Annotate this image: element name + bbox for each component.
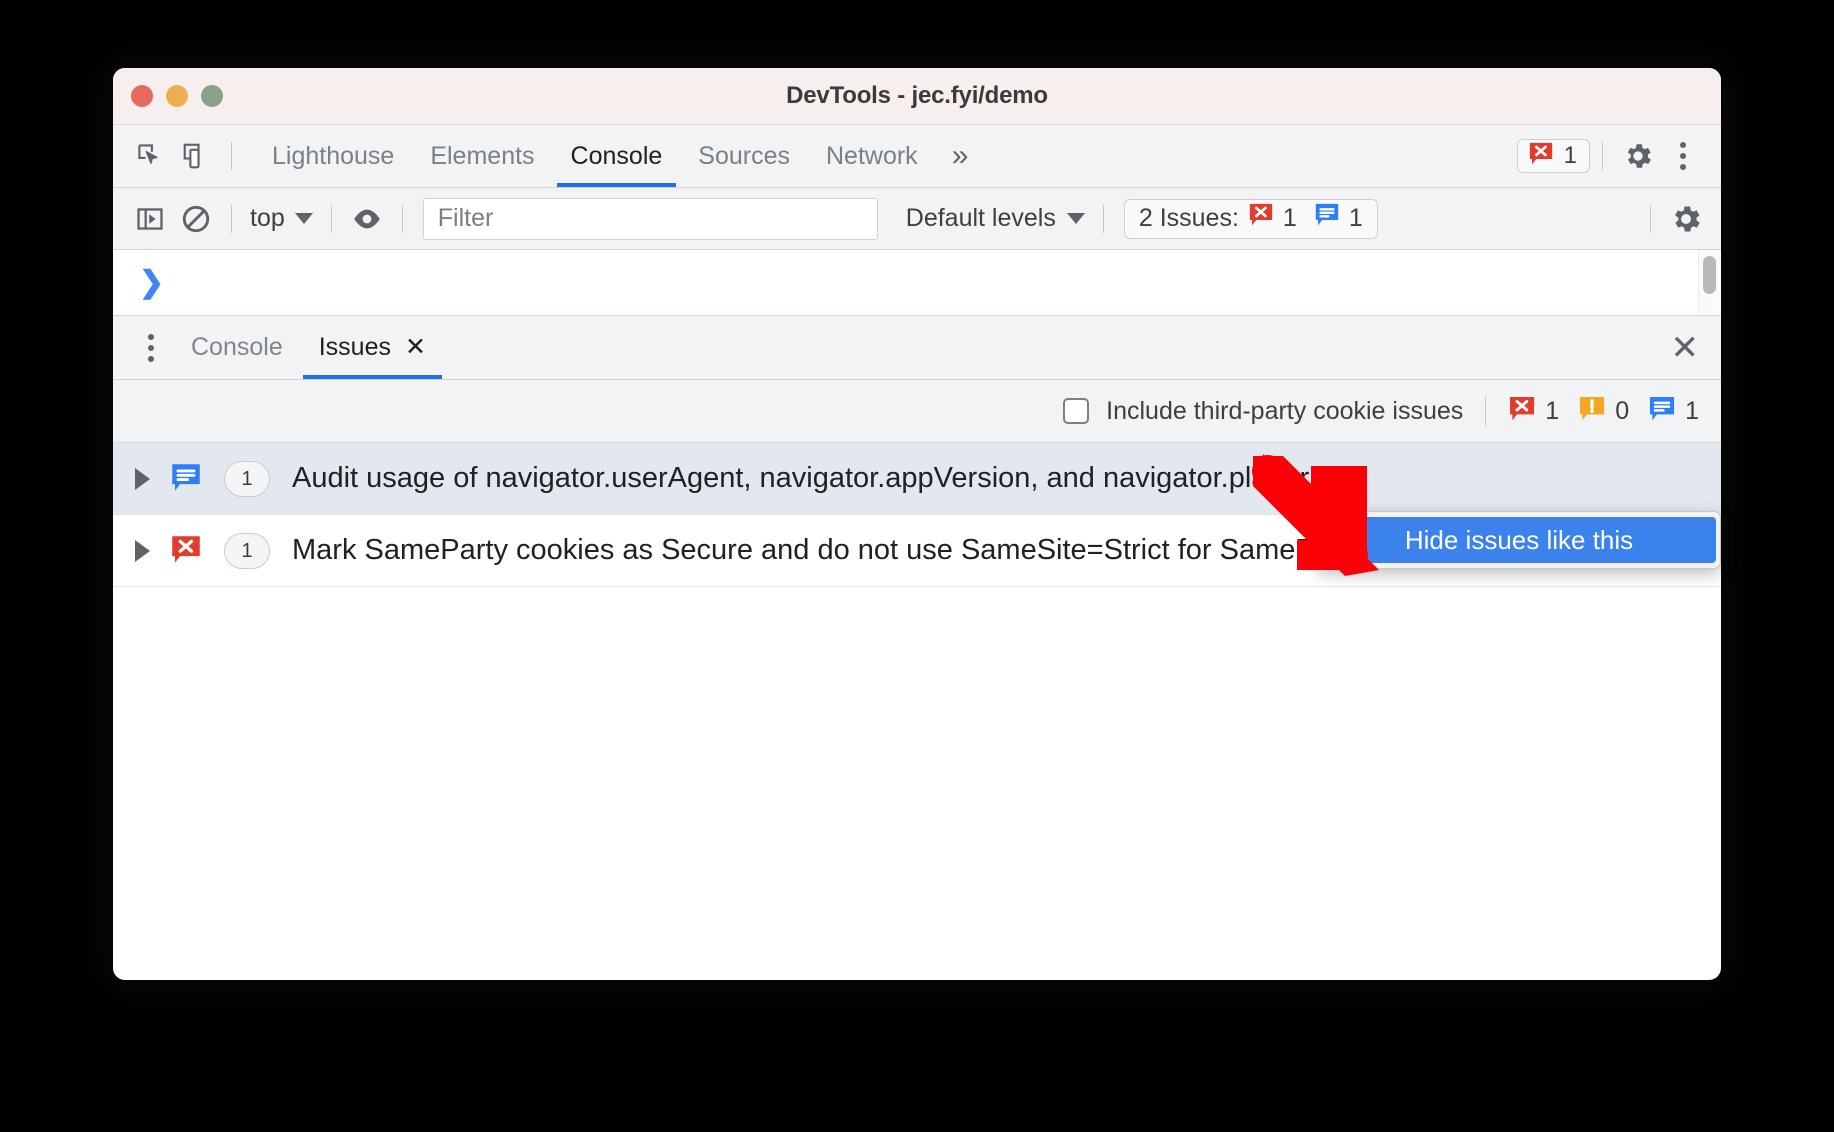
log-levels-label: Default levels <box>905 204 1056 232</box>
info-count-value: 1 <box>1685 396 1699 425</box>
window-title: DevTools - jec.fyi/demo <box>786 82 1048 109</box>
console-scrollbar-thumb[interactable] <box>1703 256 1716 294</box>
error-issue-icon <box>1528 141 1554 172</box>
chevron-down-icon <box>294 213 313 224</box>
context-label: top <box>250 204 285 232</box>
issue-count-badge: 1 <box>224 533 270 569</box>
error-issue-icon <box>170 534 202 571</box>
error-issue-icon <box>1248 202 1274 235</box>
error-issue-icon <box>1508 395 1536 428</box>
devtools-main-tabbar: Lighthouse Elements Console Sources Netw… <box>113 125 1721 188</box>
tabbar-right-actions: 1 <box>1516 133 1721 179</box>
tab-lighthouse[interactable]: Lighthouse <box>254 125 412 187</box>
tab-label: Sources <box>698 141 790 170</box>
drawer-tab-label: Issues <box>318 333 391 361</box>
issue-counts: 1 0 1 <box>1508 395 1699 428</box>
context-menu-item-hide-issues[interactable]: Hide issues like this <box>1322 517 1716 563</box>
close-icon[interactable]: ✕ <box>405 335 426 360</box>
drawer-tab-label: Console <box>191 333 283 361</box>
gear-icon[interactable] <box>1663 196 1709 242</box>
more-tabs-icon[interactable]: » <box>936 125 981 187</box>
console-filter-toolbar: top Filter Default levels 2 Issues: 1 1 <box>113 188 1721 250</box>
expand-triangle-icon[interactable] <box>135 468 150 490</box>
tabbar-divider <box>231 142 232 170</box>
issues-toolbar: Include third-party cookie issues 1 0 1 <box>113 380 1721 443</box>
console-prompt-icon: ❯ <box>139 265 165 299</box>
error-count-value: 1 <box>1563 142 1577 169</box>
info-issue-icon <box>1314 202 1340 235</box>
filterbar-divider-2 <box>330 204 332 233</box>
drawer-tab-issues[interactable]: Issues ✕ <box>301 316 444 379</box>
expand-triangle-icon[interactable] <box>135 540 150 562</box>
issues-summary-button[interactable]: 2 Issues: 1 1 <box>1123 198 1378 239</box>
warning-issue-icon <box>1578 395 1606 428</box>
info-issue-icon <box>170 462 202 499</box>
error-count-value: 1 <box>1545 396 1560 425</box>
info-issue-icon <box>1648 395 1676 428</box>
inspect-element-icon[interactable] <box>127 133 173 179</box>
window-titlebar: DevTools - jec.fyi/demo <box>113 68 1721 125</box>
error-count-button[interactable]: 1 <box>1516 139 1590 173</box>
gear-icon[interactable] <box>1615 133 1661 179</box>
filterbar-divider-5 <box>1650 204 1651 233</box>
more-vertical-icon[interactable] <box>129 326 173 370</box>
include-third-party-cookies-label: Include third-party cookie issues <box>1106 396 1464 425</box>
issues-error-count: 1 <box>1282 204 1297 232</box>
clear-console-icon[interactable] <box>173 196 219 242</box>
tab-sources[interactable]: Sources <box>680 125 808 187</box>
close-drawer-icon[interactable]: ✕ <box>1671 331 1700 365</box>
filterbar-divider-1 <box>231 204 232 233</box>
drawer-tab-console[interactable]: Console <box>173 316 301 379</box>
drawer-tabbar: Console Issues ✕ ✕ <box>113 316 1721 380</box>
tab-label: Lighthouse <box>272 141 395 170</box>
console-message-area[interactable]: ❯ <box>113 250 1721 316</box>
tab-elements[interactable]: Elements <box>412 125 552 187</box>
issues-summary-label: 2 Issues: <box>1138 204 1239 232</box>
tab-console[interactable]: Console <box>553 125 681 187</box>
include-third-party-cookies-checkbox[interactable] <box>1063 398 1090 424</box>
show-console-sidebar-icon[interactable] <box>127 196 173 242</box>
issues-info-count: 1 <box>1348 204 1363 232</box>
live-expression-eye-icon[interactable] <box>344 196 390 242</box>
chevron-down-icon <box>1066 213 1085 224</box>
log-levels-selector[interactable]: Default levels <box>900 204 1091 233</box>
tab-label: Network <box>826 141 918 170</box>
search-input[interactable]: Filter <box>422 197 878 240</box>
warning-count-value: 0 <box>1615 396 1630 425</box>
javascript-context-selector[interactable]: top <box>244 204 319 233</box>
tab-network[interactable]: Network <box>808 125 936 187</box>
filterbar-divider-4 <box>1102 204 1104 233</box>
tabbar-right-divider <box>1602 142 1603 170</box>
panel-tabs: Lighthouse Elements Console Sources Netw… <box>254 125 980 187</box>
filterbar-divider-3 <box>401 204 403 233</box>
context-menu: Hide issues like this <box>1317 511 1721 569</box>
issue-count-badge: 1 <box>224 461 270 497</box>
tab-label: Console <box>570 141 663 170</box>
issue-title: Audit usage of navigator.userAgent, navi… <box>292 462 1334 494</box>
filterbar-right-actions <box>1638 196 1709 242</box>
screen-root: DevTools - jec.fyi/demo Lighthouse Eleme… <box>0 0 1834 1132</box>
console-scrollbar[interactable] <box>1698 250 1719 315</box>
include-third-party-cookies-row[interactable]: Include third-party cookie issues <box>1063 397 1463 426</box>
issue-row[interactable]: 1 Audit usage of navigator.userAgent, na… <box>113 443 1721 515</box>
device-toolbar-icon[interactable] <box>173 133 219 179</box>
more-vertical-icon[interactable] <box>1661 134 1705 178</box>
issues-toolbar-divider <box>1485 396 1487 426</box>
tab-label: Elements <box>430 141 535 170</box>
